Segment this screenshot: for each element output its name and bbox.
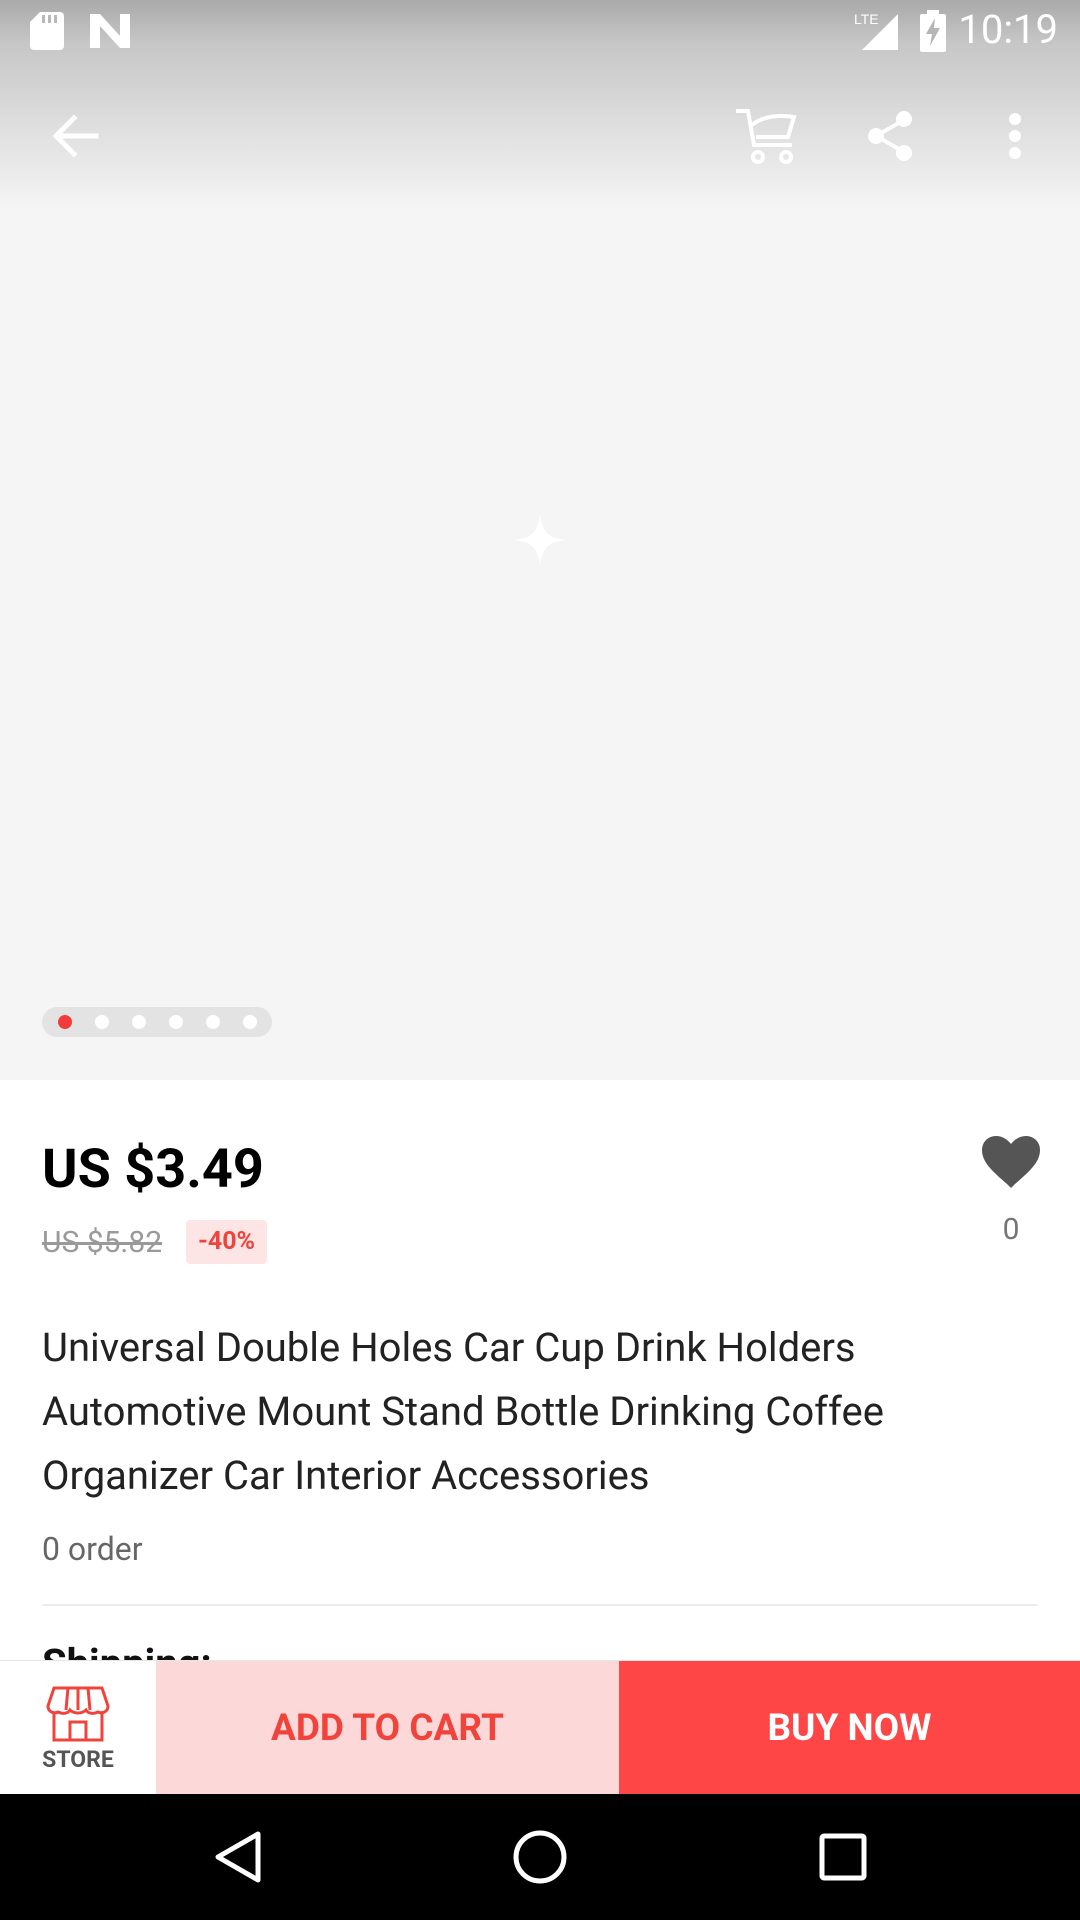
home-circle-icon bbox=[513, 1830, 567, 1884]
status-time: 10:19 bbox=[958, 6, 1058, 53]
section-divider bbox=[42, 1604, 1038, 1606]
original-price: US $5.82 bbox=[42, 1225, 163, 1260]
system-back-button[interactable] bbox=[202, 1822, 272, 1892]
wishlist-count: 0 bbox=[1002, 1212, 1020, 1247]
back-button[interactable] bbox=[40, 106, 110, 166]
page-dot-4 bbox=[169, 1015, 183, 1029]
system-recents-button[interactable] bbox=[808, 1822, 878, 1892]
back-triangle-icon bbox=[215, 1831, 261, 1883]
discount-badge: -40% bbox=[186, 1220, 268, 1264]
lte-signal-icon: LTE bbox=[854, 11, 898, 50]
page-dot-1 bbox=[58, 1015, 72, 1029]
recents-square-icon bbox=[819, 1833, 867, 1881]
image-loading-sparkle-icon bbox=[514, 514, 566, 566]
share-icon bbox=[868, 111, 912, 161]
share-button[interactable] bbox=[860, 106, 920, 166]
gallery-page-indicator bbox=[42, 1007, 272, 1037]
bottom-action-bar: STORE ADD TO CART BUY NOW bbox=[0, 1660, 1080, 1795]
product-price: US $3.49 bbox=[42, 1138, 264, 1201]
store-icon bbox=[46, 1686, 110, 1741]
page-dot-6 bbox=[243, 1015, 257, 1029]
page-dot-3 bbox=[132, 1015, 146, 1029]
more-options-button[interactable] bbox=[990, 106, 1040, 166]
system-home-button[interactable] bbox=[505, 1822, 575, 1892]
n-notification-icon bbox=[90, 14, 130, 48]
order-count: 0 order bbox=[42, 1530, 143, 1568]
network-type-label: LTE bbox=[854, 11, 879, 27]
cart-icon bbox=[736, 109, 797, 164]
status-bar: LTE 10:19 bbox=[0, 0, 1080, 64]
shipping-section-heading: Shipping: bbox=[42, 1640, 212, 1660]
page-dot-2 bbox=[95, 1015, 109, 1029]
add-to-cart-button[interactable]: ADD TO CART bbox=[156, 1661, 619, 1795]
store-button[interactable]: STORE bbox=[0, 1661, 156, 1795]
wishlist-heart-icon[interactable] bbox=[982, 1136, 1040, 1190]
store-label: STORE bbox=[42, 1745, 114, 1773]
buy-now-button[interactable]: BUY NOW bbox=[619, 1661, 1080, 1795]
system-nav-bar bbox=[0, 1794, 1080, 1920]
back-arrow-icon bbox=[52, 114, 99, 158]
more-vert-icon bbox=[1009, 113, 1021, 159]
product-title: Universal Double Holes Car Cup Drink Hol… bbox=[42, 1324, 884, 1499]
battery-charging-icon bbox=[920, 10, 946, 52]
sd-card-icon bbox=[30, 12, 64, 50]
cart-button[interactable] bbox=[728, 100, 804, 172]
page-dot-5 bbox=[206, 1015, 220, 1029]
